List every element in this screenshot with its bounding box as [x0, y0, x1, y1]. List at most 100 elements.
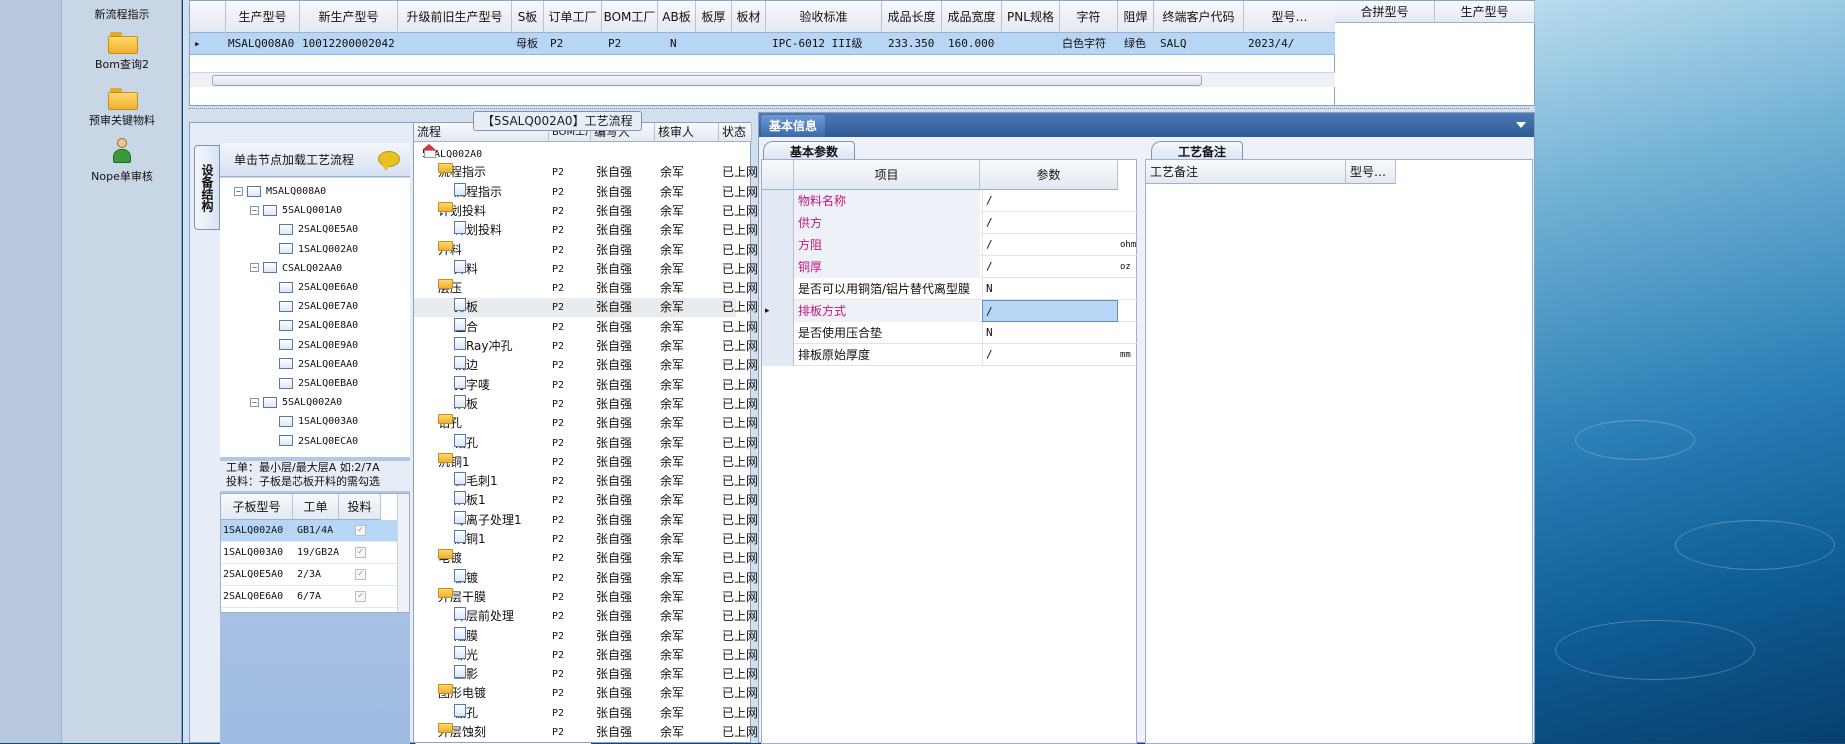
process-checker[interactable]: 余军 [660, 434, 684, 453]
process-status[interactable]: 已上网 [722, 665, 758, 684]
process-writer[interactable]: 张自强 [596, 395, 632, 414]
process-row[interactable]: 曝光 P2 张自强 余军 已上网 [414, 645, 758, 665]
process-bom[interactable]: P2 [552, 511, 564, 530]
column-header[interactable]: 字符 [1060, 1, 1118, 33]
process-row[interactable]: 钻孔P2张自强余军已上网 [414, 433, 758, 453]
process-status[interactable]: 已上网 [722, 298, 758, 317]
process-row[interactable]: 流程指示 P2 张自强 余军 已上网 [414, 182, 758, 202]
column-header[interactable]: 生产型号 [1435, 1, 1535, 23]
column-header[interactable]: 板材 [732, 1, 766, 33]
column-header[interactable]: AB板 [658, 1, 696, 33]
param-value[interactable]: / [982, 300, 1118, 322]
process-status[interactable]: 已上网 [722, 704, 758, 723]
process-status[interactable]: 已上网 [722, 260, 758, 279]
process-status[interactable]: 已上网 [722, 241, 758, 260]
tree-node[interactable]: 2SALQ0ECA0 [266, 432, 358, 451]
process-bom[interactable]: P2 [552, 646, 564, 665]
process-bom[interactable]: P2 [552, 221, 564, 240]
tree-node[interactable]: − CSALQ02AA0 [250, 259, 342, 278]
process-checker[interactable]: 余军 [660, 511, 684, 530]
process-row[interactable]: 烘板1 P2 张自强 余军 已上网 [414, 491, 758, 510]
process-row[interactable]: 图形电镀 P2 张自强 余军 已上网 [414, 684, 758, 703]
process-bom[interactable]: P2 [552, 607, 564, 626]
process-status[interactable]: 已上网 [722, 356, 758, 375]
vertical-scrollbar[interactable] [397, 494, 409, 612]
process-bom[interactable]: P2 [552, 414, 564, 433]
process-checker[interactable]: 余军 [660, 549, 684, 568]
column-header[interactable]: 订单工厂 [544, 1, 602, 33]
cell-length[interactable]: 233.350 [888, 33, 934, 55]
process-status[interactable]: 已上网 [722, 279, 758, 298]
process-row[interactable]: 层压P2张自强余军已上网 [414, 279, 758, 298]
process-bom[interactable]: P2 [552, 183, 564, 202]
process-checker[interactable]: 余军 [660, 163, 684, 182]
cell-bom-factory[interactable]: P2 [608, 33, 621, 55]
param-value[interactable]: / [982, 190, 1118, 212]
process-writer[interactable]: 张自强 [596, 549, 632, 568]
nav-item-nope-review[interactable]: Nope单审核 [62, 138, 182, 184]
process-writer[interactable]: 张自强 [596, 472, 632, 491]
process-status[interactable]: 已上网 [722, 221, 758, 240]
column-header[interactable]: 工单 [293, 494, 339, 520]
column-header[interactable]: 状态 [719, 123, 752, 142]
cell-ab-board[interactable]: N [670, 33, 677, 55]
process-status[interactable]: 已上网 [722, 163, 758, 182]
process-row[interactable]: 沉铜1 P2 张自强 余军 已上网 [414, 530, 758, 549]
process-bom[interactable]: P2 [552, 279, 564, 298]
nav-item-new-flow[interactable]: 新流程指示 [62, 6, 182, 22]
process-row[interactable]: 板镀 P2 张自强 余军 已上网 [414, 568, 758, 588]
process-bom[interactable]: P2 [552, 588, 564, 607]
table-cell[interactable]: GB1/4A [297, 520, 333, 542]
process-checker[interactable]: 余军 [660, 376, 684, 395]
process-checker[interactable]: 余军 [660, 183, 684, 202]
scroll-thumb[interactable] [212, 75, 1202, 86]
process-writer[interactable]: 张自强 [596, 511, 632, 530]
column-header[interactable]: 型号… [1346, 160, 1396, 184]
tab-basic-params[interactable]: 基本参数 [763, 141, 856, 161]
process-writer[interactable]: 张自强 [596, 646, 632, 665]
param-value[interactable]: / [982, 234, 1118, 256]
process-row[interactable]: 贴膜 P2 张自强 余军 已上网 [414, 626, 758, 646]
tree-node[interactable]: − 5SALQ002A0 [250, 393, 342, 412]
process-writer[interactable]: 张自强 [596, 221, 632, 240]
table-cell[interactable]: 1SALQ002A0 [223, 520, 283, 542]
table-row[interactable]: ▸ MSALQ008A0 10012200002042 母板 P2 P2 N I… [190, 33, 1336, 55]
process-status[interactable]: 已上网 [722, 530, 758, 549]
process-writer[interactable]: 张自强 [596, 163, 632, 182]
tree-node[interactable]: 2SALQ0E7A0 [266, 297, 358, 316]
process-checker[interactable]: 余军 [660, 627, 684, 646]
process-row[interactable]: 电镀P2张自强余军已上网 [414, 549, 758, 568]
process-writer[interactable]: 张自强 [596, 202, 632, 221]
column-header[interactable]: 型号… [1244, 1, 1336, 33]
column-header[interactable]: 生产型号 [226, 1, 300, 33]
process-row[interactable]: 压合 P2 张自强 余军 已上网 [414, 317, 758, 337]
process-writer[interactable]: 张自强 [596, 453, 632, 472]
process-writer[interactable]: 张自强 [596, 414, 632, 433]
table-cell[interactable]: 1SALQ003A0 [223, 542, 283, 564]
process-checker[interactable]: 余军 [660, 241, 684, 260]
table-row[interactable]: 2SALQ0E6A0 6/7A ✓ [221, 586, 397, 608]
column-header[interactable]: PNL规格 [1002, 1, 1060, 33]
process-status[interactable]: 已上网 [722, 646, 758, 665]
tab-process-notes[interactable]: 工艺备注 [1151, 141, 1244, 161]
process-writer[interactable]: 张自强 [596, 434, 632, 453]
param-value[interactable]: / [982, 256, 1118, 278]
process-checker[interactable]: 余军 [660, 356, 684, 375]
nav-item-bom-query[interactable]: Bom查询2 [62, 32, 182, 72]
process-writer[interactable]: 张自强 [596, 279, 632, 298]
process-row[interactable]: 沉铜1 P2 张自强 余军 已上网 [414, 452, 758, 472]
column-header[interactable]: 投料 [339, 494, 381, 520]
process-writer[interactable]: 张自强 [596, 569, 632, 588]
process-row[interactable]: 钻孔P2张自强余军已上网 [414, 414, 758, 433]
param-row[interactable]: 方阻 / ohm [762, 234, 1138, 256]
tree-node[interactable]: 2SALQ0EAA0 [266, 355, 358, 374]
process-writer[interactable]: 张自强 [596, 530, 632, 549]
process-bom[interactable]: P2 [552, 395, 564, 414]
process-checker[interactable]: 余军 [660, 646, 684, 665]
process-bom[interactable]: P2 [552, 434, 564, 453]
param-row[interactable]: 是否可以用铜箔/铝片替代离型膜 N [762, 278, 1138, 300]
process-row[interactable]: 外层蚀刻 P2 张自强 余军 已上网 [414, 723, 758, 742]
param-row[interactable]: 是否使用压合垫 N [762, 322, 1138, 344]
tree-node[interactable]: 2SALQ0E6A0 [266, 278, 358, 297]
process-row[interactable]: 镀孔 P2 张自强 余军 已上网 [414, 703, 758, 723]
